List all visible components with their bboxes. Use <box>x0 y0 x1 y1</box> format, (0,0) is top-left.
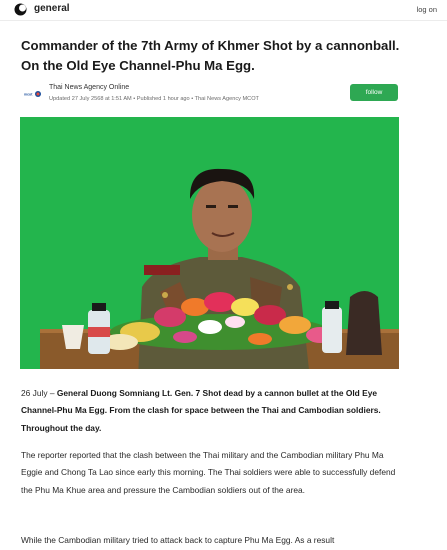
lead-summary: General Duong Somniang Lt. Gen. 7 Shot d… <box>21 388 381 433</box>
follow-button[interactable]: follow <box>350 84 398 101</box>
lead-date: 26 July – <box>21 388 55 398</box>
crescent-logo-icon[interactable] <box>14 3 27 16</box>
author-row: mcot Thai News Agency Online Updated 27 … <box>21 80 401 106</box>
svg-text:mcot: mcot <box>24 93 33 97</box>
article-photo <box>20 117 399 369</box>
article-meta: Updated 27 July 2568 at 1:51 AM • Publis… <box>49 96 259 102</box>
lead-paragraph: 26 July – General Duong Somniang Lt. Gen… <box>21 385 405 437</box>
body-paragraph: While the Cambodian military tried to at… <box>21 535 335 545</box>
body-paragraph: The reporter reported that the clash bet… <box>21 450 396 495</box>
login-link[interactable]: log on <box>417 5 437 14</box>
top-bar: general log on <box>0 0 447 21</box>
author-name[interactable]: Thai News Agency Online <box>49 84 129 91</box>
article-title: Commander of the 7th Army of Khmer Shot … <box>21 38 400 73</box>
brand-name[interactable]: general <box>34 3 70 14</box>
news-agency-avatar[interactable]: mcot <box>23 87 43 101</box>
article-photo-illustration <box>20 117 399 369</box>
